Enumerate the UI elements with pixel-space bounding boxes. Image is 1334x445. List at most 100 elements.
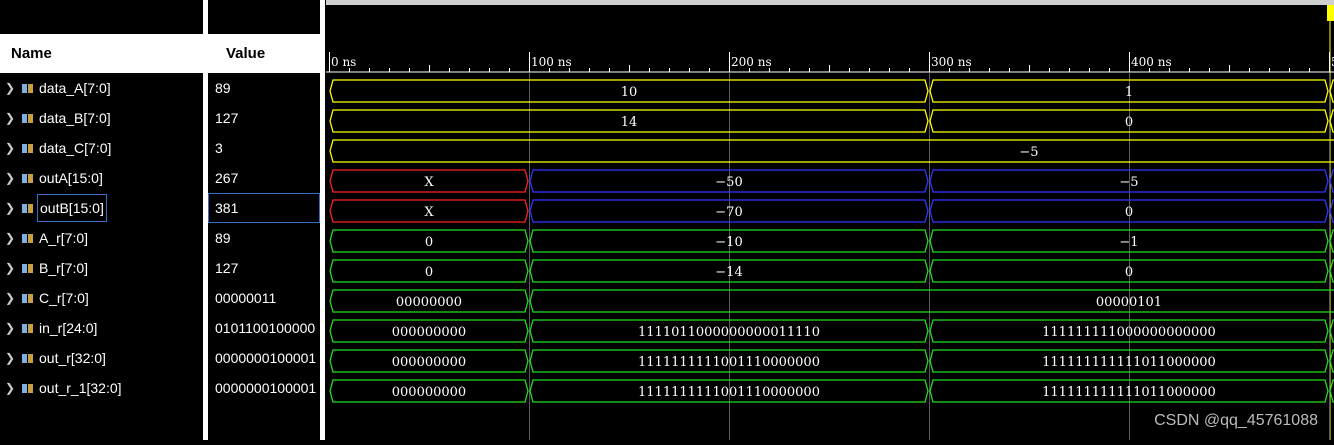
bus-signal-icon bbox=[22, 264, 33, 273]
signal-value[interactable]: 0000000100001 bbox=[208, 343, 320, 373]
ruler-tick-label: 400 ns bbox=[1131, 55, 1172, 69]
panel-divider[interactable] bbox=[320, 0, 325, 440]
expand-chevron-icon[interactable]: ❯ bbox=[5, 253, 15, 283]
signal-value[interactable]: 0000000100001 bbox=[208, 373, 320, 403]
signal-row[interactable]: ❯ outA[15:0] bbox=[0, 163, 200, 193]
signal-row[interactable]: ❯ in_r[24:0] bbox=[0, 313, 200, 343]
signal-name: out_r[32:0] bbox=[39, 350, 106, 366]
expand-chevron-icon[interactable]: ❯ bbox=[5, 193, 15, 223]
signal-value[interactable]: 381 bbox=[208, 193, 320, 223]
bus-value-label: X bbox=[424, 205, 434, 220]
signal-row[interactable]: ❯ out_r[32:0] bbox=[0, 343, 200, 373]
expand-chevron-icon[interactable]: ❯ bbox=[5, 163, 15, 193]
bus-value-label: 1 bbox=[1125, 85, 1133, 100]
bus-signal-icon bbox=[22, 354, 33, 363]
bus-value-label: 0 bbox=[1125, 115, 1133, 130]
signal-row[interactable]: ❯ A_r[7:0] bbox=[0, 223, 200, 253]
signal-name: data_A[7:0] bbox=[39, 80, 111, 96]
bus-value-label: 1111111111001110000000 bbox=[638, 355, 820, 370]
bus-value-label: 111111111111011000000 bbox=[1042, 385, 1216, 400]
expand-chevron-icon[interactable]: ❯ bbox=[5, 313, 15, 343]
bus-signal-icon bbox=[22, 324, 33, 333]
signal-row[interactable]: ❯ data_A[7:0] bbox=[0, 73, 200, 103]
signal-name: outB[15:0] bbox=[37, 194, 107, 222]
expand-chevron-icon[interactable]: ❯ bbox=[5, 73, 15, 103]
value-column-header[interactable]: Value bbox=[208, 34, 320, 73]
expand-chevron-icon[interactable]: ❯ bbox=[5, 223, 15, 253]
bus-value-label: −50 bbox=[715, 175, 742, 190]
signal-value[interactable]: 89 bbox=[208, 223, 320, 253]
bus-segment[interactable] bbox=[329, 139, 1334, 163]
signal-row[interactable]: ❯ C_r[7:0] bbox=[0, 283, 200, 313]
signal-value[interactable]: 127 bbox=[208, 253, 320, 283]
expand-chevron-icon[interactable]: ❯ bbox=[5, 103, 15, 133]
signal-row[interactable]: ❯ out_r_1[32:0] bbox=[0, 373, 200, 403]
top-strip bbox=[326, 0, 1334, 5]
ruler-tick-label: 200 ns bbox=[731, 55, 772, 69]
signal-value[interactable]: 0101100100000 bbox=[208, 313, 320, 343]
signal-row[interactable]: ❯ B_r[7:0] bbox=[0, 253, 200, 283]
waveform-canvas[interactable]: 0 ns100 ns200 ns300 ns400 ns500 ns600 ns… bbox=[326, 0, 1334, 440]
signal-value-panel: Value 89 127 3 267 381 89 127 00000011 010110010… bbox=[208, 0, 320, 440]
bus-signal-icon bbox=[22, 114, 33, 123]
signal-value[interactable]: 267 bbox=[208, 163, 320, 193]
bus-signal-icon bbox=[22, 204, 33, 213]
bus-value-label: 0 bbox=[1125, 205, 1133, 220]
bus-segment[interactable] bbox=[1329, 319, 1334, 343]
bus-signal-icon bbox=[22, 294, 33, 303]
signal-row[interactable]: ❯ outB[15:0] bbox=[0, 193, 200, 223]
signal-value[interactable]: 00000011 bbox=[208, 283, 320, 313]
bus-value-label: −70 bbox=[715, 205, 742, 220]
bus-value-label: 111111111111011000000 bbox=[1042, 355, 1216, 370]
bus-value-label: −1 bbox=[1119, 235, 1138, 250]
signal-name: A_r[7:0] bbox=[39, 230, 89, 246]
bus-segment[interactable] bbox=[1329, 169, 1334, 193]
watermark: CSDN @qq_45761088 bbox=[1154, 412, 1318, 429]
bus-signal-icon bbox=[22, 144, 33, 153]
expand-chevron-icon[interactable]: ❯ bbox=[5, 283, 15, 313]
signal-value[interactable]: 127 bbox=[208, 103, 320, 133]
bus-value-label: 000000000 bbox=[392, 355, 466, 370]
bus-segment[interactable] bbox=[1329, 229, 1334, 253]
bus-signal-icon bbox=[22, 84, 33, 93]
name-column-header[interactable]: Name bbox=[0, 34, 203, 73]
signal-name: data_B[7:0] bbox=[39, 110, 111, 126]
signal-name: in_r[24:0] bbox=[39, 320, 98, 336]
bus-segment[interactable] bbox=[1329, 109, 1334, 133]
bus-value-label: 111111111000000000000 bbox=[1042, 325, 1216, 340]
bus-value-label: 10 bbox=[621, 85, 638, 100]
ruler-tick-label: 100 ns bbox=[531, 55, 572, 69]
expand-chevron-icon[interactable]: ❯ bbox=[5, 343, 15, 373]
signal-name: outA[15:0] bbox=[39, 170, 103, 186]
bus-segment[interactable] bbox=[1329, 349, 1334, 373]
bus-value-label: 000000000 bbox=[392, 385, 466, 400]
bus-segment[interactable] bbox=[1329, 79, 1334, 103]
bus-value-label: −5 bbox=[1019, 145, 1038, 160]
signal-name: B_r[7:0] bbox=[39, 260, 89, 276]
expand-chevron-icon[interactable]: ❯ bbox=[5, 133, 15, 163]
bus-value-label: 1111111111001110000000 bbox=[638, 385, 820, 400]
bus-value-label: 0 bbox=[1125, 265, 1133, 280]
bus-segment[interactable] bbox=[1329, 259, 1334, 283]
bus-value-label: −5 bbox=[1119, 175, 1138, 190]
signal-value[interactable]: 3 bbox=[208, 133, 320, 163]
bus-segment[interactable] bbox=[1329, 379, 1334, 403]
signal-value[interactable]: 89 bbox=[208, 73, 320, 103]
bus-value-label: 1111011000000000011110 bbox=[638, 325, 820, 340]
bus-segment[interactable] bbox=[529, 289, 1334, 313]
bus-value-label: −14 bbox=[715, 265, 742, 280]
expand-chevron-icon[interactable]: ❯ bbox=[5, 373, 15, 403]
ruler-tick-label: 0 ns bbox=[331, 55, 356, 69]
signal-row[interactable]: ❯ data_C[7:0] bbox=[0, 133, 200, 163]
signal-row[interactable]: ❯ data_B[7:0] bbox=[0, 103, 200, 133]
ruler-tick-label: 300 ns bbox=[931, 55, 972, 69]
bus-signal-icon bbox=[22, 174, 33, 183]
bus-segment[interactable] bbox=[1329, 199, 1334, 223]
bus-value-label: 0 bbox=[425, 235, 433, 250]
bus-value-label: 0 bbox=[425, 265, 433, 280]
bus-value-label: X bbox=[424, 175, 434, 190]
signal-name: C_r[7:0] bbox=[39, 290, 89, 306]
waveform-view[interactable]: 0 ns100 ns200 ns300 ns400 ns500 ns600 ns… bbox=[326, 0, 1334, 440]
bus-value-label: 000000000 bbox=[392, 325, 466, 340]
signal-name-panel: Name ❯ data_A[7:0] ❯ data_B[7:0] ❯ data_C[7:0… bbox=[0, 0, 203, 440]
